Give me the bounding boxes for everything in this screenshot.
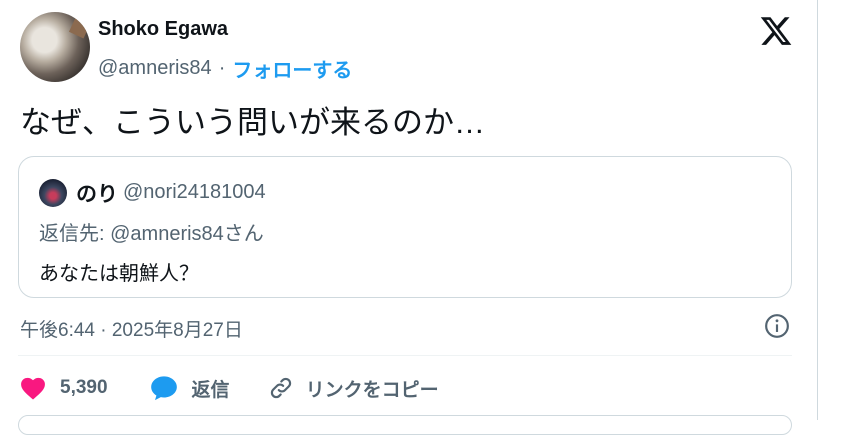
action-bar: 5,390 返信 リンクをコピー bbox=[20, 370, 439, 406]
x-logo-icon[interactable] bbox=[758, 14, 794, 48]
quoted-author-name[interactable]: のり bbox=[76, 178, 118, 208]
like-count: 5,390 bbox=[60, 377, 108, 398]
heart-icon bbox=[21, 377, 45, 400]
link-icon bbox=[270, 377, 291, 399]
author-handle-row: @amneris84 · フォローする bbox=[98, 54, 352, 83]
quoted-author-avatar[interactable] bbox=[39, 179, 67, 207]
reply-label: 返信 bbox=[191, 379, 230, 401]
post-timestamp[interactable]: 午後6:44 · 2025年8月27日 bbox=[20, 315, 243, 342]
author-name-row: Shoko Egawa bbox=[98, 18, 228, 41]
quoted-reply-to: 返信先: @amneris84さん bbox=[39, 223, 264, 245]
embedded-post-card: Shoko Egawa @amneris84 · フォローする なぜ、こういう問… bbox=[0, 0, 818, 435]
author-handle[interactable]: @amneris84 bbox=[98, 57, 212, 80]
like-button[interactable]: 5,390 bbox=[20, 376, 150, 400]
separator-dot: · bbox=[218, 57, 226, 79]
read-replies-box[interactable] bbox=[18, 415, 792, 435]
copy-link-button[interactable]: リンクをコピー bbox=[268, 375, 439, 402]
author-avatar[interactable] bbox=[20, 12, 90, 82]
follow-button[interactable]: フォローする bbox=[232, 54, 352, 83]
avatar-detail bbox=[68, 15, 90, 39]
quoted-post-text: あなたは朝鮮人？ bbox=[39, 263, 199, 285]
quoted-author-handle[interactable]: @nori24181004 bbox=[123, 181, 266, 204]
reply-bubble-icon bbox=[150, 376, 177, 401]
copy-link-label: リンクをコピー bbox=[305, 379, 439, 401]
divider bbox=[18, 355, 792, 356]
post-text: なぜ、こういう問いが来るのか… bbox=[20, 105, 485, 140]
quoted-post[interactable]: のり @nori24181004 返信先: @amneris84さん あなたは朝… bbox=[18, 156, 792, 298]
author-display-name[interactable]: Shoko Egawa bbox=[98, 18, 228, 41]
info-icon[interactable] bbox=[764, 313, 790, 339]
reply-button[interactable]: 返信 bbox=[150, 375, 268, 402]
